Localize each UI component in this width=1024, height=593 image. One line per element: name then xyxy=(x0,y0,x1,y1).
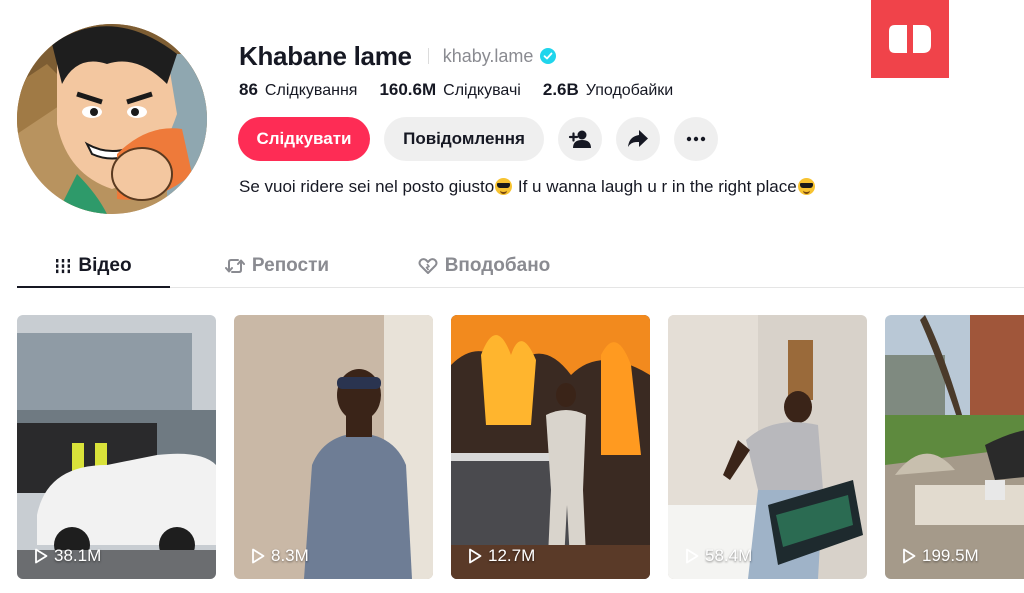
profile-avatar[interactable] xyxy=(17,24,207,214)
video-grid: 38.1M 8.3M 12.7M 58.4M 199.5M xyxy=(17,315,1024,579)
profile-actions: Слідкувати Повідомлення xyxy=(238,117,718,161)
more-button[interactable] xyxy=(674,117,718,161)
stat-following[interactable]: 86 Слідкування xyxy=(239,80,357,100)
video-card[interactable]: 58.4M xyxy=(668,315,867,579)
video-card[interactable]: 8.3M xyxy=(234,315,433,579)
avatar-image xyxy=(17,24,207,214)
video-thumbnail xyxy=(234,315,433,579)
bio-text-2: If u wanna laugh u r in the right place xyxy=(513,177,797,196)
view-count-text: 12.7M xyxy=(488,546,536,565)
profile-bio: Se vuoi ridere sei nel posto giusto If u… xyxy=(239,177,816,197)
profile-name-row: Khabane lame khaby.lame xyxy=(239,40,557,72)
tab-videos[interactable]: Відео xyxy=(17,245,170,288)
play-icon xyxy=(686,548,699,564)
stat-value: 2.6B xyxy=(542,80,579,99)
view-count: 8.3M xyxy=(251,546,309,566)
stat-label: Слідкування xyxy=(264,82,358,99)
stat-label: Уподобайки xyxy=(585,82,674,99)
name-divider xyxy=(427,48,429,64)
stat-label: Слідкувачі xyxy=(443,82,521,99)
app-logo-badge xyxy=(871,0,949,78)
tab-label: Репости xyxy=(251,255,330,276)
verified-badge-icon xyxy=(540,48,557,64)
view-count-text: 58.4M xyxy=(705,546,753,565)
video-card[interactable]: 12.7M xyxy=(451,315,650,579)
share-icon xyxy=(628,130,648,147)
sunglasses-emoji-icon xyxy=(797,178,815,195)
view-count: 38.1M xyxy=(34,546,101,566)
username: khaby.lame xyxy=(442,45,534,66)
view-count: 58.4M xyxy=(685,546,752,566)
play-icon xyxy=(35,548,48,564)
tab-label: Вподобано xyxy=(444,255,551,276)
display-name: Khabane lame xyxy=(239,40,412,71)
more-icon xyxy=(686,136,706,142)
tab-reposts[interactable]: Репости xyxy=(182,245,372,287)
sunglasses-emoji-icon xyxy=(495,178,513,195)
play-icon xyxy=(903,548,916,564)
view-count-text: 199.5M xyxy=(922,546,979,565)
stat-followers[interactable]: 160.6M Слідкувачі xyxy=(379,80,520,100)
view-count-text: 8.3M xyxy=(271,546,309,565)
repost-icon xyxy=(224,259,245,273)
share-button[interactable] xyxy=(616,117,660,161)
stat-value: 160.6M xyxy=(379,80,437,99)
add-friend-button[interactable] xyxy=(558,117,602,161)
follow-button[interactable]: Слідкувати xyxy=(238,117,370,161)
grid-icon xyxy=(56,259,71,274)
liked-icon xyxy=(418,258,438,274)
bio-text-1: Se vuoi ridere sei nel posto giusto xyxy=(239,177,495,196)
video-card[interactable]: 38.1M xyxy=(17,315,216,579)
video-card[interactable]: 199.5M xyxy=(885,315,1024,579)
video-thumbnail xyxy=(451,315,650,579)
profile-stats: 86 Слідкування 160.6M Слідкувачі 2.6B Уп… xyxy=(239,80,695,100)
profile-tabs: Відео Репости Вподобано xyxy=(17,245,1024,288)
video-thumbnail xyxy=(17,315,216,579)
add-friend-icon xyxy=(568,130,591,148)
tab-liked[interactable]: Вподобано xyxy=(384,245,584,287)
message-button[interactable]: Повідомлення xyxy=(384,117,544,161)
play-icon xyxy=(469,548,482,564)
video-thumbnail xyxy=(668,315,867,579)
video-thumbnail xyxy=(885,315,1024,579)
stat-value: 86 xyxy=(239,80,258,99)
stat-likes: 2.6B Уподобайки xyxy=(543,80,673,100)
app-logo-icon xyxy=(889,25,931,53)
play-icon xyxy=(252,548,265,564)
view-count: 12.7M xyxy=(468,546,535,566)
view-count: 199.5M xyxy=(902,546,979,566)
tab-label: Відео xyxy=(78,255,132,276)
view-count-text: 38.1M xyxy=(54,546,102,565)
